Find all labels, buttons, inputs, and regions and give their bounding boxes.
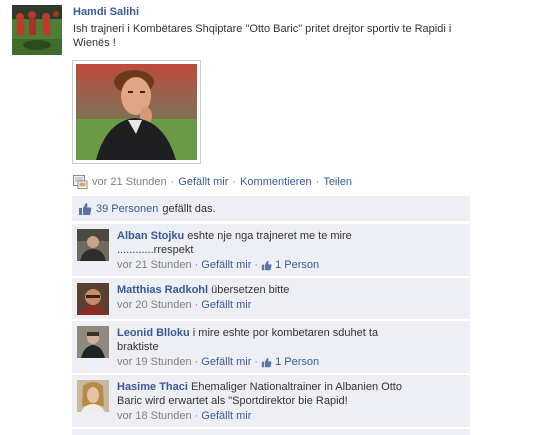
separator-dot: · [254,356,259,368]
next-comment-edge [72,429,470,435]
commenter-avatar[interactable] [77,326,109,358]
separator-dot: · [232,176,237,188]
post-body: Hamdi Salihi Ish trajneri i Kombëtares S… [73,5,473,50]
comment-text: übersetzen bitte [211,284,290,296]
feedback-block: 39 Personen gefällt das. Alban Stojku es… [72,196,470,435]
post-meta: vor 21 Stunden · Gefällt mir · Kommentie… [73,174,352,190]
comment-item: Matthias Radkohl übersetzen bitte vor 20… [72,278,470,319]
comment-timestamp[interactable]: vor 19 Stunden [117,355,192,369]
thumbs-up-icon [78,202,92,216]
likes-suffix: gefällt das. [162,202,216,215]
comment-item: Leonid Blloku i mire eshte por kombetare… [72,321,470,373]
comment-item: Alban Stojku eshte nje nga trajneret me … [72,224,470,276]
comment-text-continued: braktiste [117,341,159,353]
comment-likes-count[interactable]: 1 Person [275,258,319,272]
post-photo[interactable] [72,60,201,164]
commenter-avatar[interactable] [77,380,109,412]
comment-author[interactable]: Leonid Blloku [117,327,190,339]
separator-dot: · [194,299,199,311]
thumbs-up-icon [261,357,272,368]
likes-summary: 39 Personen gefällt das. [72,196,470,222]
separator-dot: · [315,176,320,188]
comment-like-link[interactable]: Gefällt mir [201,258,251,272]
separator-dot: · [194,356,199,368]
post-like-link[interactable]: Gefällt mir [178,176,228,188]
comment-item: Hasime Thaci Ehemaliger Nationaltrainer … [72,375,470,427]
comment-timestamp[interactable]: vor 21 Stunden [117,258,192,272]
comment-timestamp[interactable]: vor 18 Stunden [117,409,192,423]
comment-author[interactable]: Hasime Thaci [117,381,188,393]
separator-dot: · [170,176,175,188]
separator-dot: · [194,410,199,422]
comment-author[interactable]: Alban Stojku [117,230,184,242]
commenter-avatar[interactable] [77,229,109,261]
comment-timestamp[interactable]: vor 20 Stunden [117,298,192,312]
separator-dot: · [254,259,259,271]
comment-like-link[interactable]: Gefällt mir [201,298,251,312]
post-comment-link[interactable]: Kommentieren [240,176,312,188]
thumbs-up-icon [261,260,272,271]
comment-like-link[interactable]: Gefällt mir [201,409,251,423]
comment-text-continued: ............rrespekt [117,244,194,256]
comment-author[interactable]: Matthias Radkohl [117,284,208,296]
commenter-avatar[interactable] [77,283,109,315]
comment-like-link[interactable]: Gefällt mir [201,355,251,369]
comment-text-continued: Baric wird erwartet als "Sportdirektor b… [117,395,348,407]
comment-likes-count[interactable]: 1 Person [275,355,319,369]
post-text: Ish trajneri i Kombëtares Shqiptare "Ott… [73,23,452,49]
post-timestamp[interactable]: vor 21 Stunden [92,176,167,188]
post-type-icon [73,175,88,189]
separator-dot: · [194,259,199,271]
post-author-name[interactable]: Hamdi Salihi [73,5,473,19]
comment-text: i mire eshte por kombetaren sduhet ta [192,327,379,339]
post-share-link[interactable]: Teilen [323,176,352,188]
post-author-avatar[interactable] [12,5,62,55]
likes-count-link[interactable]: 39 Personen [96,203,158,215]
comment-text: eshte nje nga trajneret me te mire [187,230,352,242]
comment-text: Ehemaliger Nationaltrainer in Albanien O… [190,381,402,393]
